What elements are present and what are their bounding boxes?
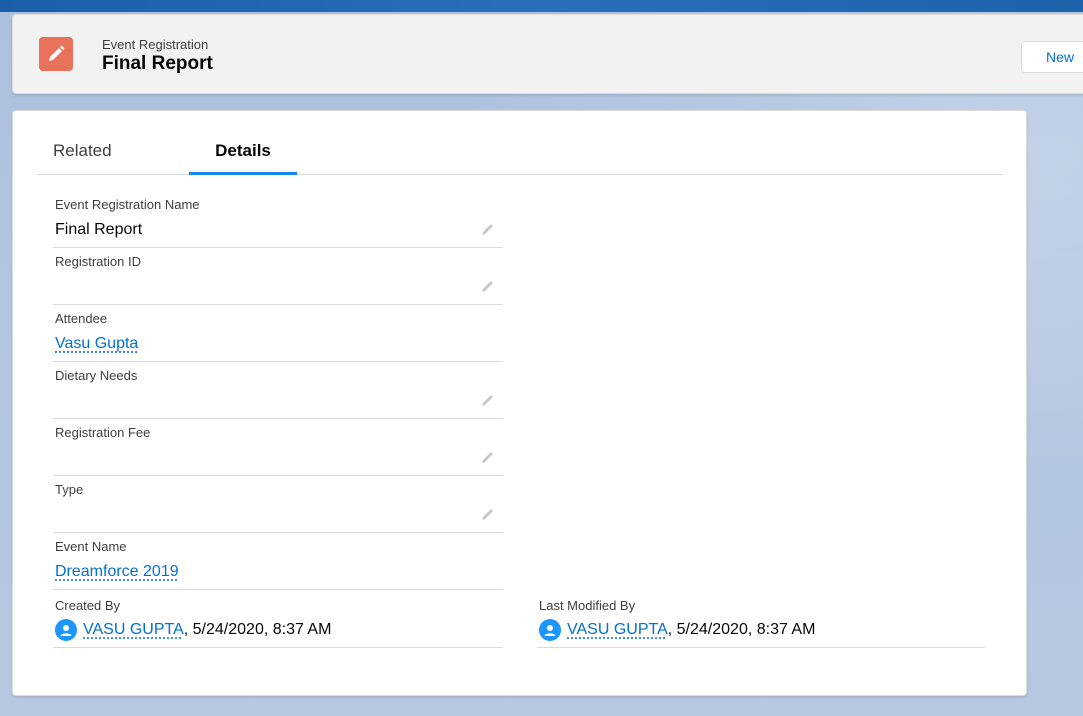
tab-related[interactable]: Related (53, 131, 112, 175)
app-header-strip (0, 0, 1083, 12)
tab-bar: Related Details (37, 131, 1003, 175)
event-name-link[interactable]: Dreamforce 2019 (55, 562, 179, 582)
field-label: Last Modified By (539, 598, 635, 614)
user-avatar-icon[interactable] (55, 619, 77, 641)
record-title: Final Report (102, 53, 213, 75)
created-by-timestamp: , 5/24/2020, 8:37 AM (184, 620, 332, 640)
pencil-edit-icon[interactable] (479, 505, 497, 523)
field-dietary-needs: Dietary Needs (53, 362, 503, 419)
pencil-edit-icon[interactable] (479, 277, 497, 295)
field-attendee: Attendee Vasu Gupta (53, 305, 503, 362)
user-avatar-icon[interactable] (539, 619, 561, 641)
field-last-modified-by: Last Modified By VASU GUPTA , 5/24/2020,… (537, 596, 985, 648)
new-button[interactable]: New (1021, 41, 1083, 73)
field-label: Created By (55, 598, 120, 614)
pencil-icon (39, 37, 73, 71)
field-event-registration-name: Event Registration Name Final Report (53, 191, 503, 248)
attendee-link[interactable]: Vasu Gupta (55, 334, 138, 354)
record-header: Event Registration Final Report New (12, 14, 1083, 94)
pencil-edit-icon[interactable] (479, 448, 497, 466)
field-type: Type (53, 476, 503, 533)
field-registration-fee: Registration Fee (53, 419, 503, 476)
field-label: Type (55, 482, 83, 498)
last-modified-by-user-link[interactable]: VASU GUPTA (567, 620, 668, 640)
field-value: Final Report (55, 220, 142, 240)
last-modified-by-timestamp: , 5/24/2020, 8:37 AM (668, 620, 816, 640)
tab-details[interactable]: Details (189, 131, 297, 175)
pencil-edit-icon[interactable] (479, 220, 497, 238)
object-label: Event Registration (102, 37, 213, 53)
last-modified-by-value: VASU GUPTA , 5/24/2020, 8:37 AM (539, 619, 815, 641)
created-by-user-link[interactable]: VASU GUPTA (83, 620, 184, 640)
field-label: Registration ID (55, 254, 141, 270)
field-created-by: Created By VASU GUPTA , 5/24/2020, 8:37 … (53, 596, 503, 648)
field-label: Attendee (55, 311, 107, 327)
pencil-edit-icon[interactable] (479, 391, 497, 409)
field-label: Event Registration Name (55, 197, 200, 213)
field-label: Dietary Needs (55, 368, 137, 384)
created-by-value: VASU GUPTA , 5/24/2020, 8:37 AM (55, 619, 331, 641)
record-header-text: Event Registration Final Report (102, 37, 213, 75)
field-event-name: Event Name Dreamforce 2019 (53, 533, 503, 590)
field-label: Registration Fee (55, 425, 150, 441)
field-registration-id: Registration ID (53, 248, 503, 305)
record-detail-card: Related Details Event Registration Name … (12, 110, 1027, 696)
field-label: Event Name (55, 539, 127, 555)
